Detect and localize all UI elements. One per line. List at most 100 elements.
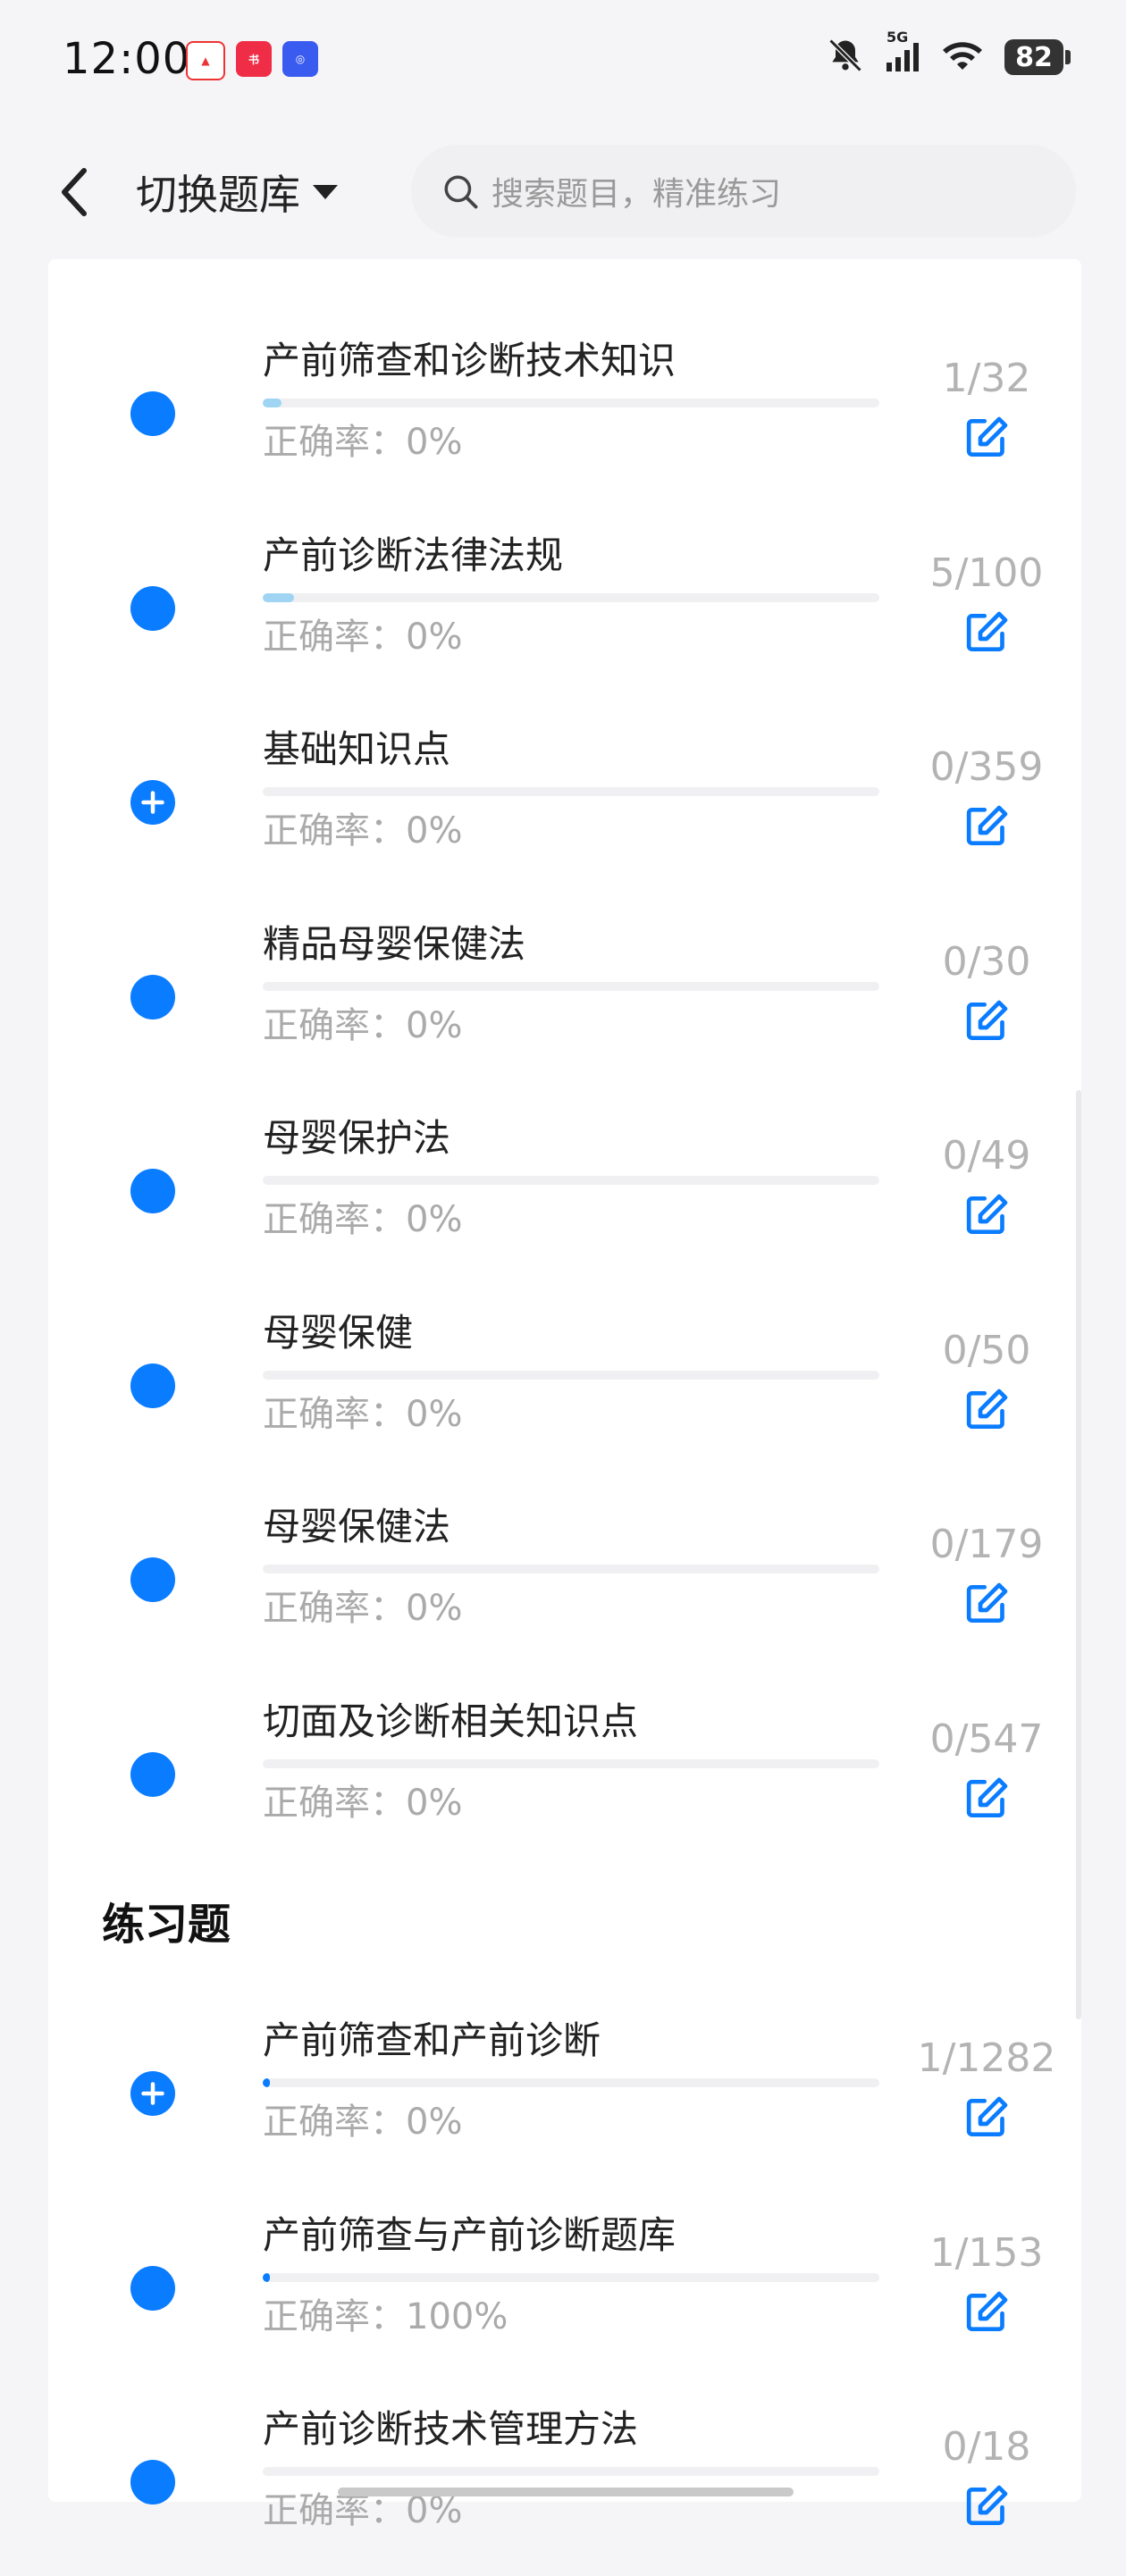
chapter-name: 母婴保健 <box>263 1311 414 1355</box>
edit-icon <box>966 1389 1008 1429</box>
app-notification-icon: 书 <box>236 41 272 77</box>
status-time: 12:00 <box>63 34 191 84</box>
practice-button[interactable] <box>958 1381 1015 1439</box>
app-notification-icon: ▲ <box>186 41 225 80</box>
wifi-icon <box>940 38 985 77</box>
plus-icon <box>141 791 164 814</box>
expand-button[interactable] <box>130 2071 175 2116</box>
progress-count: 0/359 <box>929 744 1044 790</box>
chapter-name: 切面及诊断相关知识点 <box>263 1699 639 1743</box>
progress-count: 1/1282 <box>917 2035 1056 2081</box>
practice-button[interactable] <box>958 604 1015 661</box>
chapter-item[interactable]: 产前筛查和诊断技术知识 正确率：0% 1/32 <box>48 313 1081 508</box>
chapter-item[interactable]: 精品母婴保健法 正确率：0% 0/30 <box>48 896 1081 1091</box>
edit-icon <box>966 1777 1008 1817</box>
bullet-dot-icon <box>130 1557 175 1602</box>
accuracy-text: 正确率：0% <box>263 1588 463 1629</box>
notification-app-icons: ▲ 书 ◎ <box>186 41 318 80</box>
accuracy-text: 正确率：0% <box>263 1394 463 1435</box>
status-bar: 12:00 ▲ 书 ◎ 5G 82 <box>0 0 1126 125</box>
practice-button[interactable] <box>958 2478 1015 2535</box>
progress-count: 0/179 <box>929 1522 1044 1567</box>
bullet-dot-icon <box>130 1364 175 1408</box>
chapter-item[interactable]: 产前筛查与产前诊断题库 正确率：100% 1/153 <box>48 2187 1081 2382</box>
chapter-item[interactable]: 产前诊断法律法规 正确率：0% 5/100 <box>48 508 1081 702</box>
practice-button[interactable] <box>958 1187 1015 1244</box>
section-title-practice: 练习题 <box>102 1889 231 1951</box>
edit-icon <box>966 416 1008 457</box>
chapter-item[interactable]: 母婴保健正确率：0% 0/50 <box>48 1285 1081 1480</box>
progress-bar <box>263 1371 879 1380</box>
back-button[interactable] <box>52 161 97 223</box>
accuracy-text: 正确率：100% <box>263 2296 508 2337</box>
progress-bar <box>263 1759 879 1768</box>
search-placeholder: 搜索题目，精准练习 <box>492 176 782 213</box>
progress-count: 0/30 <box>942 939 1031 985</box>
bullet-dot-icon <box>130 391 175 436</box>
cellular-signal-icon: 5G <box>885 29 920 77</box>
chapter-name: 母婴保护法 <box>263 1116 451 1160</box>
progress-fill <box>263 399 282 407</box>
edit-icon <box>966 611 1008 651</box>
accuracy-text: 正确率：0% <box>263 617 463 658</box>
switch-question-bank-button[interactable]: 切换题库 <box>136 161 340 223</box>
accuracy-text: 正确率：0% <box>263 422 463 463</box>
progress-count: 1/32 <box>942 356 1031 401</box>
chapter-item[interactable]: 母婴保健法正确率：0% 0/179 <box>48 1479 1081 1674</box>
battery-level: 82 <box>1015 41 1053 73</box>
chapter-item[interactable]: 切面及诊断相关知识点 正确率：0% 0/547 <box>48 1674 1081 1868</box>
practice-button[interactable] <box>958 1770 1015 1827</box>
chapter-name: 产前诊断法律法规 <box>263 533 564 577</box>
practice-button[interactable] <box>958 409 1015 466</box>
progress-bar <box>263 1565 879 1573</box>
bullet-dot-icon <box>130 1169 175 1213</box>
chapter-item[interactable]: 母婴保护法 正确率：0% 0/49 <box>48 1090 1081 1285</box>
progress-fill <box>263 2078 271 2087</box>
progress-count: 5/100 <box>929 550 1044 596</box>
chapter-name: 基础知识点 <box>263 727 451 771</box>
practice-button[interactable] <box>958 2284 1015 2341</box>
edit-icon <box>966 2096 1008 2136</box>
home-indicator[interactable] <box>338 2488 794 2496</box>
progress-count: 0/49 <box>942 1133 1031 1179</box>
edit-icon <box>966 2291 1008 2331</box>
search-input[interactable]: 搜索题目，精准练习 <box>411 145 1076 238</box>
edit-icon <box>966 805 1008 845</box>
chapter-name: 母婴保健法 <box>263 1505 451 1548</box>
progress-count: 0/50 <box>942 1328 1031 1373</box>
chapter-item[interactable]: 基础知识点正确率：0% 0/359 <box>48 701 1081 896</box>
progress-count: 1/153 <box>929 2230 1044 2276</box>
chapter-name: 产前筛查与产前诊断题库 <box>263 2213 676 2257</box>
bullet-dot-icon <box>130 2266 175 2311</box>
practice-button[interactable] <box>958 1575 1015 1632</box>
search-icon <box>444 175 478 209</box>
chapter-name: 产前筛查和诊断技术知识 <box>263 339 676 382</box>
progress-bar <box>263 787 879 796</box>
accuracy-text: 正确率：0% <box>263 2102 463 2143</box>
edit-icon <box>966 1582 1008 1623</box>
bullet-dot-icon <box>130 586 175 631</box>
progress-fill <box>263 2273 271 2282</box>
edit-icon <box>966 2485 1008 2525</box>
accuracy-text: 正确率：0% <box>263 1783 463 1824</box>
progress-bar <box>263 1176 879 1185</box>
edit-icon <box>966 1194 1008 1234</box>
practice-button[interactable] <box>958 2089 1015 2146</box>
progress-bar <box>263 2273 879 2282</box>
network-type-label: 5G <box>887 29 909 46</box>
practice-button[interactable] <box>958 798 1015 855</box>
system-icons: 5G 82 <box>826 29 1071 79</box>
progress-count: 0/18 <box>942 2424 1031 2470</box>
bullet-dot-icon <box>130 975 175 1019</box>
mute-bell-icon <box>826 36 865 79</box>
accuracy-text: 正确率：0% <box>263 810 463 852</box>
chapter-name: 产前诊断技术管理方法 <box>263 2407 639 2451</box>
practice-button[interactable] <box>958 993 1015 1050</box>
expand-button[interactable] <box>130 780 175 825</box>
plus-icon <box>141 2082 164 2105</box>
chapter-name: 产前筛查和产前诊断 <box>263 2018 601 2062</box>
chapter-item[interactable]: 产前筛查和产前诊断 正确率：0% 1/1282 <box>48 1993 1081 2187</box>
progress-bar <box>263 593 879 602</box>
chapter-item[interactable]: 产前诊断技术管理方法 正确率：0% 0/18 <box>48 2381 1081 2576</box>
edit-icon <box>966 1000 1008 1040</box>
